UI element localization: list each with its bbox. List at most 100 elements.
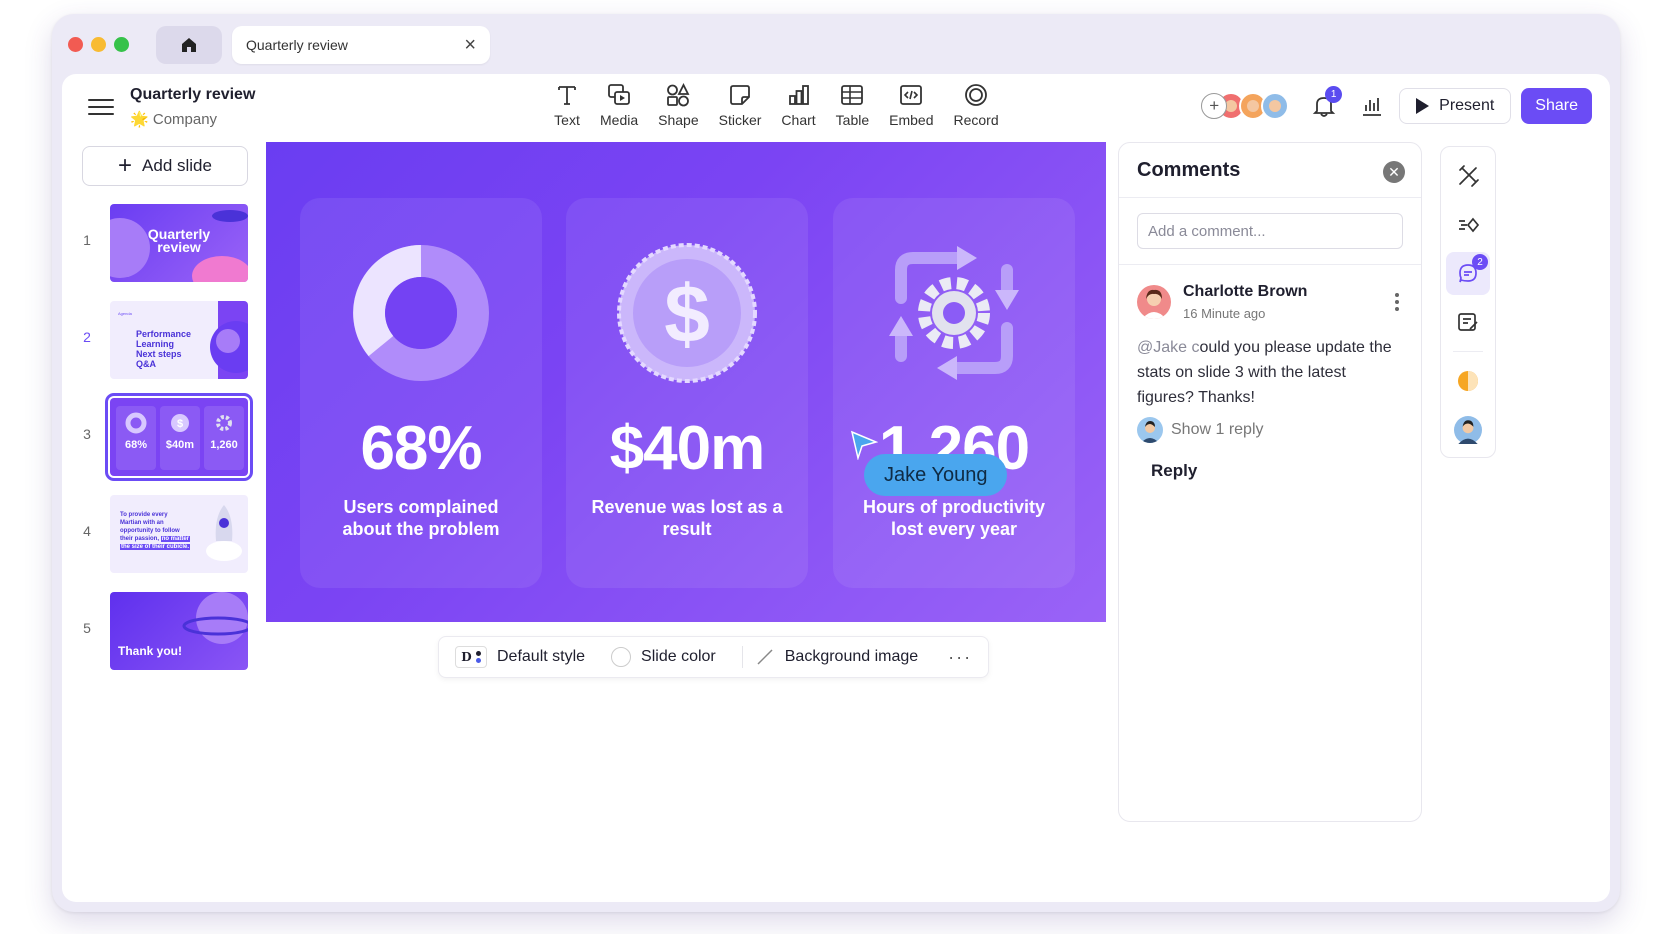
slide-canvas[interactable]: 68% Users complained about the problem $… — [266, 142, 1106, 622]
tool-embed[interactable]: Embed — [879, 82, 943, 128]
table-icon — [841, 85, 864, 105]
avatar[interactable] — [1261, 92, 1290, 120]
tool-media[interactable]: Media — [590, 82, 648, 128]
background-image-label: Background image — [784, 648, 919, 665]
tool-text[interactable]: Text — [544, 82, 590, 128]
window-maximize-button[interactable] — [114, 37, 129, 52]
user-avatar-icon — [1141, 421, 1159, 443]
slide-number: 4 — [83, 523, 91, 539]
gear-icon — [216, 415, 232, 431]
tab-quarterly-review[interactable]: Quarterly review × — [232, 26, 490, 64]
tool-record[interactable]: Record — [943, 82, 1008, 128]
document-title[interactable]: Quarterly review — [130, 86, 255, 104]
tool-sticker-label: Sticker — [718, 112, 762, 128]
color-swatch-icon — [611, 647, 632, 667]
tool-table[interactable]: Table — [826, 82, 879, 128]
reply-button[interactable]: Reply — [1151, 461, 1197, 481]
tool-chart-label: Chart — [781, 112, 816, 128]
close-icon[interactable]: ✕ — [1383, 161, 1405, 183]
window-close-button[interactable] — [68, 37, 83, 52]
stat-card[interactable]: 1,260 Hours of productivity lost every y… — [833, 198, 1075, 588]
tool-chart[interactable]: Chart — [771, 82, 825, 128]
thumb-text-line: Martian with an — [120, 520, 164, 526]
workspace-label[interactable]: 🌟 Company — [130, 110, 217, 128]
show-replies-link[interactable]: Show 1 reply — [1137, 417, 1264, 443]
add-slide-button[interactable]: + Add slide — [82, 146, 248, 186]
tool-record-label: Record — [953, 112, 999, 128]
add-collaborator-icon[interactable]: + — [1201, 93, 1228, 119]
no-image-slash-icon — [757, 649, 773, 665]
divider — [1119, 264, 1421, 265]
app-window: Quarterly review × Quarterly review 🌟 Co… — [52, 14, 1620, 912]
mention[interactable]: @Jake c — [1137, 339, 1199, 356]
tool-text-label: Text — [554, 112, 580, 128]
present-label: Present — [1439, 97, 1495, 114]
divider — [741, 646, 743, 668]
slide-thumbnail-5[interactable]: Thank you! — [110, 592, 248, 670]
sphere-illustration — [210, 301, 248, 379]
animations-button[interactable] — [1446, 204, 1490, 247]
comments-button[interactable]: 2 — [1446, 252, 1490, 295]
design-tools-button[interactable] — [1446, 155, 1490, 198]
chart-icon — [788, 85, 809, 105]
share-button[interactable]: Share — [1521, 88, 1592, 124]
default-style-button[interactable]: D Default style — [455, 646, 585, 668]
tab-close-icon[interactable]: × — [464, 35, 476, 55]
notes-button[interactable] — [1446, 301, 1490, 344]
agenda-item: Performance — [136, 329, 192, 339]
slide-thumbnail-1[interactable]: Quarterly review — [110, 204, 248, 282]
tool-shape[interactable]: Shape — [648, 82, 708, 128]
thumb-text-line: their passion, — [120, 536, 160, 542]
workspace-emoji: 🌟 — [130, 111, 149, 128]
hamburger-menu-icon[interactable] — [88, 94, 114, 120]
stat-card[interactable]: $ $40m Revenue was lost as a result — [566, 198, 808, 588]
thumb-stat: $40m — [165, 439, 195, 451]
add-slide-label: Add slide — [142, 156, 212, 175]
thumb-heading: Agenda — [118, 311, 132, 316]
tool-embed-label: Embed — [889, 112, 934, 128]
comment-input[interactable] — [1137, 213, 1403, 249]
background-image-button[interactable]: Background image — [755, 647, 918, 667]
slide-thumbnail-2[interactable]: Agenda Performance Learning Next steps Q… — [110, 301, 248, 379]
comment-author[interactable]: Charlotte Brown — [1183, 283, 1307, 301]
present-button[interactable]: Present — [1399, 88, 1512, 124]
slide-color-button[interactable]: Slide color — [611, 647, 716, 667]
home-icon — [182, 38, 196, 52]
record-icon — [965, 84, 987, 106]
animation-icon — [1459, 217, 1480, 233]
stat-card[interactable]: 68% Users complained about the problem — [300, 198, 542, 588]
agenda-item: Q&A — [136, 359, 156, 369]
tool-sticker[interactable]: Sticker — [709, 82, 772, 128]
more-options-icon[interactable]: ··· — [948, 647, 972, 668]
comments-title: Comments — [1137, 159, 1241, 181]
window-minimize-button[interactable] — [91, 37, 106, 52]
design-tools-icon — [1459, 165, 1479, 188]
thumb-text-line: opportunity to follow — [120, 528, 180, 534]
avatar[interactable] — [1137, 285, 1171, 319]
right-rail: 2 — [1440, 146, 1496, 458]
media-icon — [608, 84, 630, 105]
dollar-coin-icon: $ — [171, 414, 189, 432]
stat-description: Hours of productivity lost every year — [862, 497, 1045, 539]
notifications-button[interactable]: 1 — [1311, 86, 1343, 119]
user-avatar-icon — [1142, 289, 1166, 319]
home-tab[interactable] — [156, 26, 222, 64]
slide-color-label: Slide color — [641, 648, 716, 665]
workspace-name: Company — [152, 111, 218, 128]
slide-number: 1 — [83, 232, 91, 248]
avatar — [1137, 417, 1163, 443]
theme-toggle-button[interactable] — [1446, 360, 1490, 403]
slide-thumbnail-4[interactable]: To provide every Martian with an opportu… — [110, 495, 248, 573]
user-profile-button[interactable] — [1446, 408, 1490, 451]
gear-cycle-icon — [889, 246, 1019, 380]
comment-menu-icon[interactable] — [1395, 293, 1399, 311]
text-icon — [558, 86, 576, 105]
svg-text:$: $ — [664, 269, 710, 360]
analytics-icon[interactable] — [1359, 93, 1385, 119]
slide-number: 5 — [83, 620, 91, 636]
plus-icon: + — [118, 152, 133, 179]
stat-description: Revenue was lost as a result — [591, 497, 783, 539]
tool-media-label: Media — [600, 112, 639, 128]
slide-number: 2 — [83, 329, 91, 345]
slide-thumbnail-3[interactable]: 68% $ $40m 1,260 — [105, 393, 253, 481]
